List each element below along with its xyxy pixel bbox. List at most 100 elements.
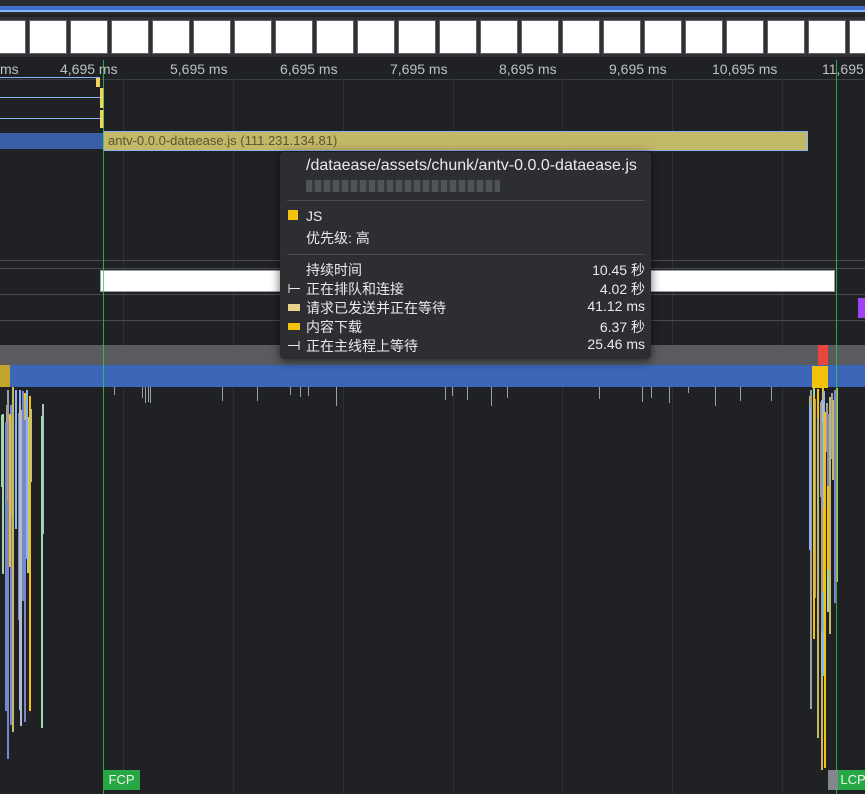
flame-chart-entry[interactable]	[817, 389, 819, 418]
js-type-swatch-icon	[288, 210, 298, 220]
flame-chart-entry[interactable]	[5, 422, 7, 711]
flame-chart-entry[interactable]	[142, 387, 143, 398]
screenshot-thumbnail[interactable]	[849, 20, 865, 54]
screenshot-thumbnail[interactable]	[767, 20, 805, 54]
screenshot-thumbnail[interactable]	[685, 20, 723, 54]
flame-chart-entry[interactable]	[41, 416, 43, 728]
screenshot-thumbnail[interactable]	[275, 20, 313, 54]
screenshot-thumbnail[interactable]	[357, 20, 395, 54]
flame-chart-entry[interactable]	[222, 387, 223, 401]
screenshot-thumbnail[interactable]	[152, 20, 190, 54]
screenshot-thumbnail[interactable]	[29, 20, 67, 54]
flame-chart-entry[interactable]	[114, 387, 115, 395]
lcp-marker-badge[interactable]: LCP	[838, 770, 865, 790]
screenshot-thumbnail[interactable]	[0, 20, 26, 54]
flame-chart-entry[interactable]	[642, 387, 643, 402]
script-evaluation-block[interactable]	[812, 366, 828, 388]
flame-chart-entry[interactable]	[491, 387, 492, 406]
tooltip-priority: 优先级: 高	[306, 230, 370, 246]
flame-chart-entry[interactable]	[445, 387, 446, 400]
screenshot-thumbnail[interactable]	[726, 20, 764, 54]
screenshot-thumbnail[interactable]	[603, 20, 641, 54]
flame-chart-entry[interactable]	[1, 415, 3, 487]
flame-chart-entry[interactable]	[257, 387, 258, 401]
flame-chart-entry[interactable]	[452, 387, 453, 396]
flame-chart-entry[interactable]	[300, 387, 301, 397]
flame-chart-entry[interactable]	[290, 387, 291, 395]
timeline-overview[interactable]	[0, 0, 865, 14]
flame-chart-entry[interactable]	[308, 387, 309, 396]
overview-cpu-bar	[0, 10, 865, 12]
network-request-marker[interactable]	[96, 78, 100, 87]
flame-chart-entry[interactable]	[688, 387, 689, 393]
flame-chart-entry[interactable]	[599, 387, 600, 399]
network-request-queue-segment[interactable]	[0, 133, 103, 149]
flame-chart-entry[interactable]	[145, 387, 146, 403]
flame-chart-entry[interactable]	[651, 387, 652, 398]
network-request-line[interactable]	[0, 77, 100, 78]
ruler-tick: 11,695	[822, 61, 864, 77]
tooltip-host-blurred	[306, 180, 500, 192]
screenshot-thumbnail[interactable]	[439, 20, 477, 54]
tooltip-row-label: 持续时间	[306, 262, 362, 278]
flame-chart-entry[interactable]	[467, 387, 468, 400]
fcp-marker-badge[interactable]: FCP	[103, 770, 140, 790]
screenshots-filmstrip[interactable]	[0, 17, 865, 57]
screenshot-thumbnail[interactable]	[111, 20, 149, 54]
flame-chart-entry[interactable]	[771, 387, 772, 401]
network-request-bar[interactable]: antv-0.0.0-dataease.js (111.231.134.81)	[103, 131, 808, 151]
screenshot-thumbnail[interactable]	[316, 20, 354, 54]
flame-chart-entry[interactable]	[820, 402, 822, 497]
flame-chart-entry[interactable]	[507, 387, 508, 398]
flame-chart[interactable]	[0, 387, 865, 794]
screenshot-thumbnail[interactable]	[480, 20, 518, 54]
flame-chart-entry[interactable]	[9, 414, 11, 567]
marker-gray-block	[828, 770, 838, 790]
flame-chart-entry[interactable]	[740, 387, 741, 401]
tooltip-row-duration: 持续时间 10.45 秒	[280, 260, 651, 279]
flame-chart-entry[interactable]	[148, 387, 149, 402]
flame-chart-entry[interactable]	[29, 396, 31, 711]
network-request-line[interactable]	[0, 97, 102, 98]
ruler-tick: 9,695 ms	[609, 61, 667, 77]
tooltip-row-value: 6.37 秒	[599, 319, 645, 335]
flame-chart-entry[interactable]	[336, 387, 337, 406]
network-request-label: antv-0.0.0-dataease.js (111.231.134.81)	[108, 133, 338, 148]
flame-chart-entry[interactable]	[12, 387, 14, 732]
flame-chart-entry[interactable]	[829, 397, 831, 634]
tooltip-row-queueing: 正在排队和连接 4.02 秒	[280, 279, 651, 298]
network-request-line[interactable]	[0, 118, 102, 119]
flame-chart-entry[interactable]	[26, 390, 28, 559]
flame-chart-entry[interactable]	[715, 387, 716, 406]
flame-chart-entry[interactable]	[150, 387, 151, 403]
ruler-tick: ms	[0, 61, 19, 77]
screenshot-thumbnail[interactable]	[562, 20, 600, 54]
screenshot-thumbnail[interactable]	[70, 20, 108, 54]
flame-chart-entry[interactable]	[827, 414, 829, 486]
tooltip-divider	[287, 200, 645, 201]
tooltip-row-value: 41.12 ms	[587, 298, 645, 314]
flame-chart-entry[interactable]	[7, 390, 9, 422]
layout-shift-marker[interactable]	[858, 298, 865, 318]
flame-chart-entry[interactable]	[24, 420, 26, 722]
fcp-marker-line	[103, 60, 104, 794]
main-thread-script-segment[interactable]	[0, 365, 10, 387]
long-task-warning-icon[interactable]	[818, 345, 828, 365]
flame-chart-entry[interactable]	[20, 410, 22, 726]
screenshot-thumbnail[interactable]	[644, 20, 682, 54]
screenshot-thumbnail[interactable]	[808, 20, 846, 54]
screenshot-thumbnail[interactable]	[521, 20, 559, 54]
flame-chart-entry[interactable]	[669, 387, 670, 403]
tooltip-divider	[287, 254, 645, 255]
time-ruler: ms 4,695 ms 5,695 ms 6,695 ms 7,695 ms 8…	[0, 57, 865, 80]
main-thread-activity-strip[interactable]	[0, 365, 865, 387]
tooltip-row-label: 正在主线程上等待	[306, 338, 418, 354]
flame-chart-entry[interactable]	[15, 390, 17, 529]
screenshot-thumbnail[interactable]	[193, 20, 231, 54]
screenshot-thumbnail[interactable]	[398, 20, 436, 54]
light-swatch-icon	[288, 304, 300, 311]
screenshot-thumbnail[interactable]	[234, 20, 272, 54]
flame-chart-entry[interactable]	[809, 405, 811, 550]
flame-chart-entry[interactable]	[813, 396, 815, 639]
flame-chart-entry[interactable]	[817, 410, 819, 738]
